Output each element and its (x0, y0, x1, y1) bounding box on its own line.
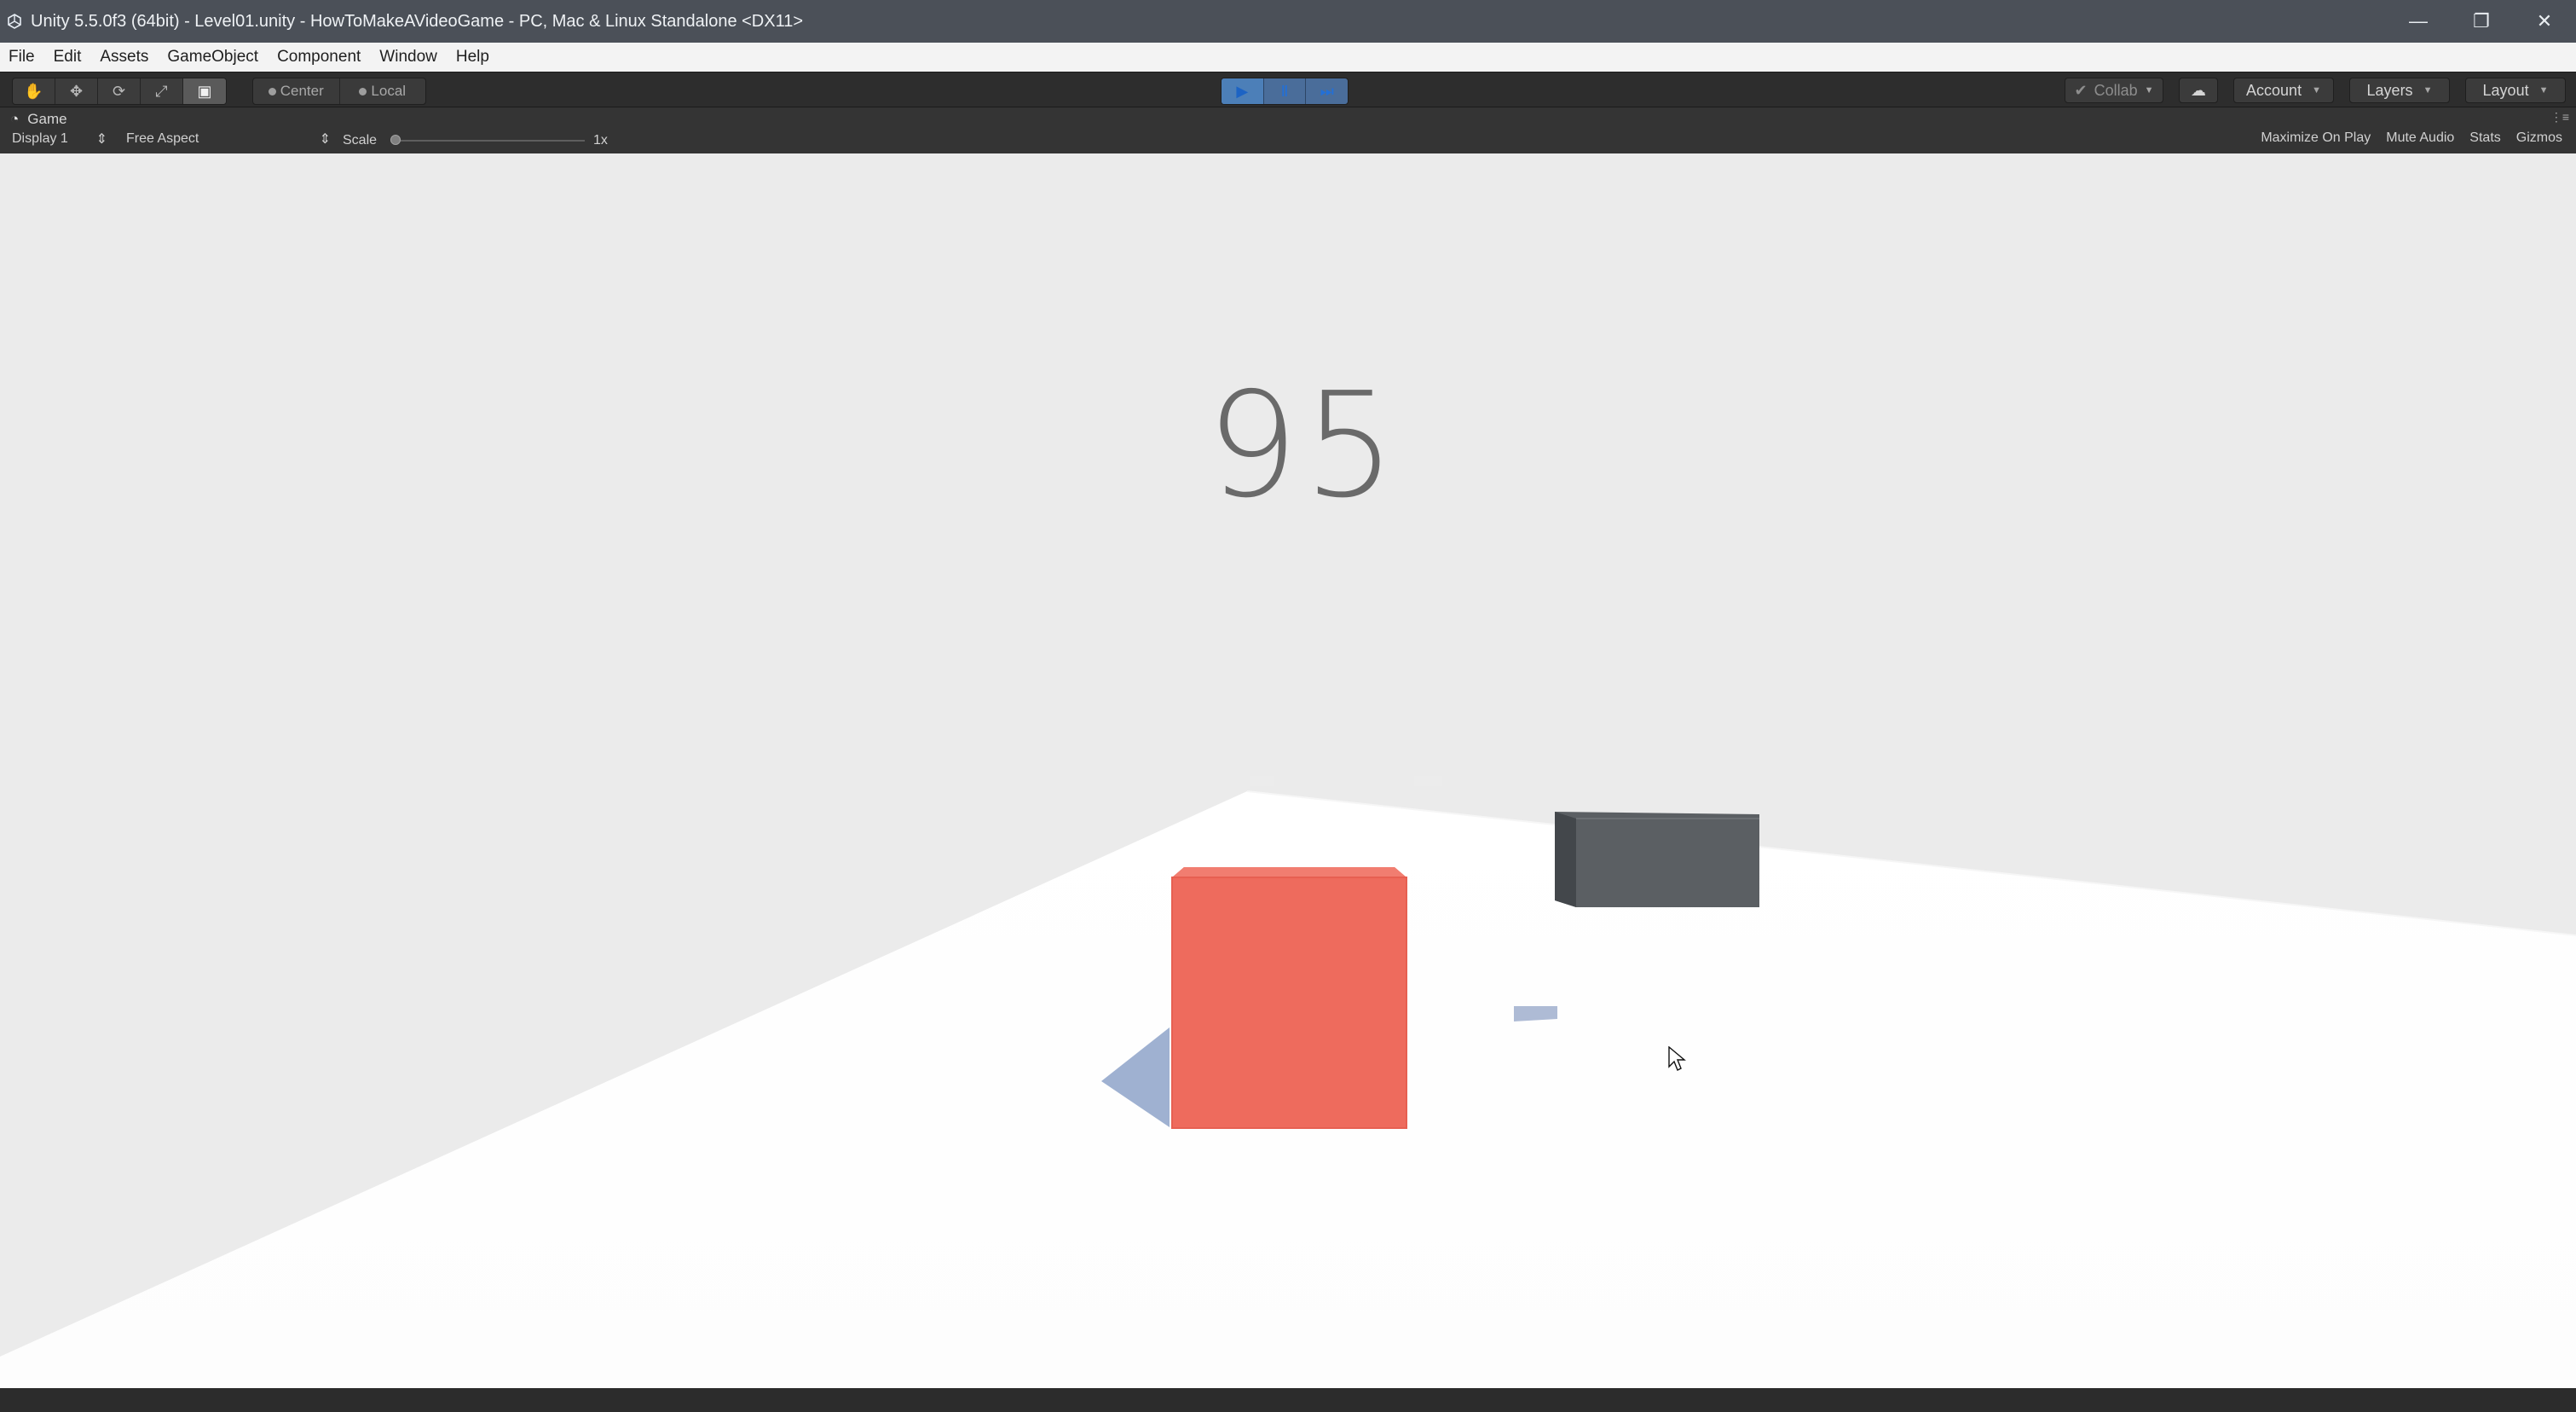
menu-help[interactable]: Help (456, 48, 489, 67)
player-cube (1172, 867, 1406, 1127)
obstacle-block-side (1555, 812, 1576, 907)
game-view-header: ◔ Game ⋮≡ Display 1 ⇕ Free Aspect ⇕ Scal… (0, 107, 2576, 153)
maximize-on-play-toggle[interactable]: Maximize On Play (2261, 130, 2371, 146)
collab-button[interactable]: ✔ Collab ▼ (2065, 78, 2163, 103)
scale-slider-thumb[interactable] (390, 135, 401, 145)
scale-control: Scale 1x (343, 130, 624, 151)
display-select[interactable]: Display 1 ⇕ (12, 130, 107, 148)
pivot-local-label: Local (371, 83, 407, 99)
layers-label: Layers (2366, 81, 2413, 99)
restore-button[interactable]: ❐ (2450, 0, 2513, 43)
distant-post-right (1414, 776, 1442, 786)
menu-edit[interactable]: Edit (54, 48, 82, 67)
menu-component[interactable]: Component (277, 48, 361, 67)
obstacle-shadow (1514, 1006, 1557, 1021)
account-label: Account (2246, 81, 2302, 99)
rotate-icon: ⟳ (112, 82, 126, 100)
scale-label: Scale (343, 133, 378, 148)
close-icon: ✕ (2536, 10, 2553, 32)
select-arrow-icon: ⇕ (95, 132, 107, 147)
rect-tool-button[interactable]: ▣ (183, 78, 226, 104)
pivot-controls: Center Local (252, 78, 426, 105)
main-toolbar: ✋ ✥ ⟳ ⤢ ▣ Center Local ▶ Ⅱ ⏭ ✔ Collab ▼ … (0, 72, 2576, 107)
transform-tools: ✋ ✥ ⟳ ⤢ ▣ (12, 78, 227, 105)
restore-icon: ❐ (2473, 10, 2490, 32)
center-icon (268, 87, 276, 95)
cloud-icon: ☁ (2191, 81, 2206, 99)
scale-value: 1x (593, 133, 608, 148)
menu-window[interactable]: Window (379, 48, 437, 67)
obstacle-block (1555, 812, 1759, 907)
collab-label: Collab (2094, 81, 2138, 99)
display-label: Display 1 (12, 131, 68, 146)
pause-button[interactable]: Ⅱ (1264, 78, 1307, 104)
chevron-down-icon: ▼ (2538, 85, 2549, 95)
chevron-down-icon: ▼ (2312, 85, 2321, 95)
layout-label: Layout (2482, 81, 2529, 99)
unity-logo-icon (7, 14, 22, 29)
game-toolbar-row: Display 1 ⇕ Free Aspect ⇕ Scale 1x Maxim… (0, 130, 2576, 151)
playback-controls: ▶ Ⅱ ⏭ (1221, 78, 1349, 105)
window-titlebar: Unity 5.5.0f3 (64bit) - Level01.unity - … (0, 0, 2576, 43)
scale-tool-button[interactable]: ⤢ (141, 78, 183, 104)
local-icon (359, 87, 367, 95)
distant-post-left (1250, 776, 1274, 786)
unity-editor-window: Unity 5.5.0f3 (64bit) - Level01.unity - … (0, 0, 2576, 1412)
aspect-label: Free Aspect (126, 131, 199, 146)
game-controller-icon: ◔ (10, 111, 20, 127)
play-button[interactable]: ▶ (1222, 78, 1264, 104)
stats-toggle[interactable]: Stats (2469, 130, 2500, 146)
toolbar-right-controls: ✔ Collab ▼ ☁ Account ▼ Layers ▼ Layout ▼ (2065, 78, 2566, 103)
chevron-down-icon: ▼ (2144, 85, 2154, 95)
rotate-tool-button[interactable]: ⟳ (98, 78, 141, 104)
game-scene (0, 776, 2576, 1388)
pivot-local-button[interactable]: Local (340, 78, 426, 104)
score-counter: 95 (1206, 362, 1401, 530)
rect-icon: ▣ (197, 82, 212, 100)
panel-menu-icon[interactable]: ⋮≡ (2550, 110, 2569, 124)
mouse-cursor-icon (1668, 1046, 1686, 1071)
window-title: Unity 5.5.0f3 (64bit) - Level01.unity - … (31, 11, 804, 31)
menu-file[interactable]: File (9, 48, 35, 67)
game-tab-label: Game (27, 111, 67, 127)
player-cube-top (1172, 867, 1406, 877)
layout-button[interactable]: Layout ▼ (2465, 78, 2566, 103)
scale-slider[interactable] (390, 135, 586, 145)
pivot-center-button[interactable]: Center (253, 78, 340, 104)
play-icon: ▶ (1236, 82, 1249, 100)
pivot-center-label: Center (280, 83, 324, 99)
game-view-options: Maximize On Play Mute Audio Stats Gizmos (2261, 130, 2562, 146)
game-viewport[interactable]: 95 (0, 153, 2576, 1388)
hand-tool-button[interactable]: ✋ (13, 78, 55, 104)
layers-button[interactable]: Layers ▼ (2349, 78, 2450, 103)
gizmos-toggle[interactable]: Gizmos (2516, 130, 2562, 146)
move-icon: ✥ (69, 82, 84, 100)
move-tool-button[interactable]: ✥ (55, 78, 98, 104)
menu-assets[interactable]: Assets (100, 48, 148, 67)
minimize-button[interactable]: — (2387, 0, 2450, 43)
status-bar (0, 1388, 2576, 1412)
step-icon: ⏭ (1320, 82, 1334, 100)
cloud-button[interactable]: ☁ (2179, 78, 2218, 103)
chevron-down-icon: ▼ (2423, 85, 2433, 95)
close-button[interactable]: ✕ (2513, 0, 2576, 43)
minimize-icon: — (2409, 10, 2428, 32)
step-button[interactable]: ⏭ (1306, 78, 1348, 104)
pause-icon: Ⅱ (1280, 82, 1289, 100)
account-button[interactable]: Account ▼ (2233, 78, 2334, 103)
hand-icon: ✋ (24, 82, 43, 100)
scale-icon: ⤢ (155, 82, 168, 100)
menu-bar: File Edit Assets GameObject Component Wi… (0, 43, 2576, 72)
game-tab[interactable]: ◔ Game (10, 111, 67, 128)
mute-audio-toggle[interactable]: Mute Audio (2386, 130, 2454, 146)
window-controls: — ❐ ✕ (2387, 0, 2576, 43)
menu-gameobject[interactable]: GameObject (167, 48, 258, 67)
check-icon: ✔ (2074, 81, 2088, 99)
aspect-select[interactable]: Free Aspect ⇕ (126, 130, 331, 148)
select-arrow-icon: ⇕ (319, 132, 331, 147)
